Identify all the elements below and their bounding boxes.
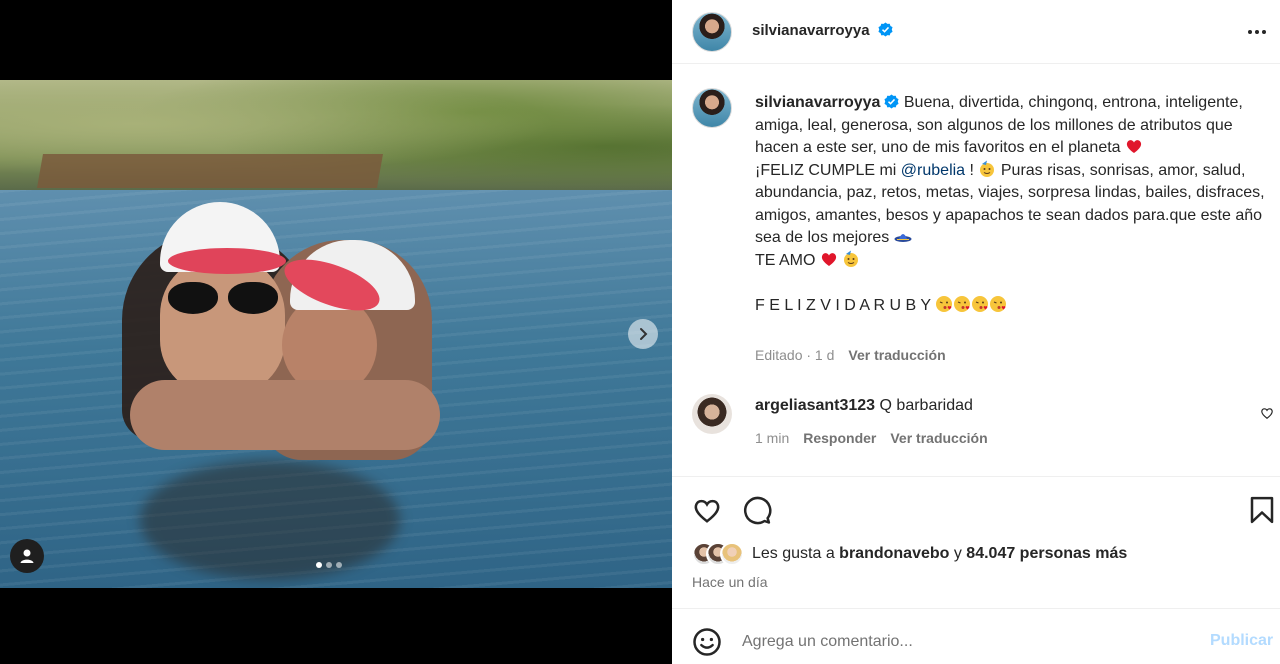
post-actions	[672, 477, 1280, 541]
kiss-emoji	[990, 295, 1007, 312]
red-heart-emoji	[821, 252, 837, 266]
caption-username[interactable]: silvianavarroyya	[755, 94, 880, 111]
likes-text: Les gusta a brandonavebo y 84.047 person…	[752, 545, 1127, 563]
first-liker-link[interactable]: brandonavebo	[839, 545, 949, 562]
carousel-dot	[316, 562, 322, 568]
comment-text: Q barbaridad	[879, 397, 973, 414]
liker-avatar	[720, 542, 744, 566]
post-photo[interactable]	[0, 80, 672, 588]
carousel-next-button[interactable]	[628, 319, 658, 349]
caption-meta: Editado · 1 d Ver traducción	[755, 347, 946, 363]
red-heart-emoji	[1126, 140, 1142, 153]
photo-arms	[130, 380, 440, 450]
photo-reflection	[140, 460, 400, 580]
more-options-icon-dot	[1255, 30, 1259, 34]
liker-avatars[interactable]	[692, 542, 744, 566]
more-options-button[interactable]	[1248, 30, 1266, 34]
post-caption: silvianavarroyya Buena, divertida, ching…	[755, 92, 1265, 317]
bookmark-icon[interactable]	[1247, 495, 1277, 525]
author-avatar[interactable]	[692, 12, 732, 52]
post-header: silvianavarroyya	[672, 0, 1280, 64]
caption-text-2b: !	[965, 161, 979, 179]
carousel-dot	[336, 562, 342, 568]
caption-text-5: F E L I Z V I D A R U B Y	[755, 296, 936, 314]
caption-see-translation[interactable]: Ver traducción	[848, 347, 945, 363]
comment-input[interactable]	[742, 629, 1182, 655]
more-options-icon-dot	[1262, 30, 1266, 34]
carousel-indicator	[316, 562, 342, 568]
post-details-panel: silvianavarroyya silvianavarroyya Buena,…	[672, 0, 1280, 664]
kiss-emoji	[972, 295, 989, 312]
emoji-icon[interactable]	[692, 627, 722, 657]
chevron-right-icon	[640, 328, 648, 340]
caption-text-2: ¡FELIZ CUMPLE mi	[755, 161, 901, 179]
user-tag-icon	[20, 549, 34, 563]
post-time-ago[interactable]: Hace un día	[692, 574, 768, 590]
caption-author-avatar[interactable]	[692, 88, 732, 128]
commenter-username[interactable]: argeliasant3123	[755, 397, 875, 414]
commenter-avatar[interactable]	[692, 394, 732, 434]
publish-button[interactable]: Publicar	[1210, 632, 1273, 650]
comment-reply-button[interactable]: Responder	[803, 430, 876, 446]
media-panel	[0, 0, 672, 664]
author-username-row: silvianavarroyya	[752, 22, 893, 39]
comment-item: argeliasant3123 Q barbaridad	[755, 397, 973, 415]
kiss-emoji	[954, 295, 971, 312]
comment-composer: Publicar	[672, 608, 1280, 664]
party-face-emoji	[980, 160, 995, 177]
party-face-emoji	[844, 250, 859, 267]
carousel-dot	[326, 562, 332, 568]
photo-face-left	[160, 255, 285, 395]
verified-badge-icon	[884, 94, 899, 109]
verified-badge-icon	[878, 22, 893, 37]
more-options-icon	[1248, 30, 1252, 34]
likes-summary: Les gusta a brandonavebo y 84.047 person…	[692, 542, 1127, 566]
comment-meta: 1 min Responder Ver traducción	[755, 430, 988, 446]
photo-cap-brim-left	[168, 248, 286, 274]
comment-time: 1 min	[755, 430, 790, 446]
caption-edited-time: Editado · 1 d	[755, 347, 835, 363]
comment-like-heart-icon[interactable]	[1260, 406, 1274, 420]
likes-count-link[interactable]: 84.047 personas más	[966, 545, 1127, 562]
author-username[interactable]: silvianavarroyya	[752, 22, 870, 39]
comment-icon[interactable]	[742, 495, 772, 525]
heart-icon[interactable]	[692, 495, 722, 525]
tagged-users-button[interactable]	[10, 539, 44, 573]
caption-text-4: TE AMO	[755, 251, 820, 269]
photo-sunglasses	[168, 282, 280, 316]
comment-see-translation[interactable]: Ver traducción	[890, 430, 987, 446]
sombrero-emoji	[894, 234, 912, 242]
likes-prefix: Les gusta a	[752, 545, 840, 562]
kiss-emoji	[936, 295, 953, 312]
photo-wall	[37, 154, 383, 188]
likes-middle: y	[949, 545, 967, 562]
caption-and-comments: silvianavarroyya Buena, divertida, ching…	[672, 64, 1280, 477]
caption-mention-link[interactable]: @rubelia	[901, 162, 965, 179]
